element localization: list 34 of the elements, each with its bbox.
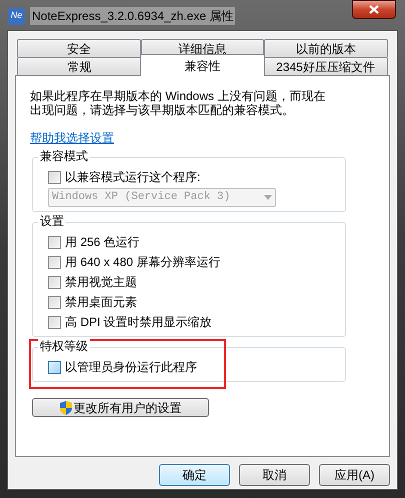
checkbox-label: 用 256 色运行 bbox=[65, 234, 140, 251]
shield-icon bbox=[60, 400, 72, 414]
checkbox[interactable] bbox=[48, 316, 61, 328]
description-text: 如果此程序在早期版本的 Windows 上没有问题，而现在出现问题，请选择与该早期版本匹配的兼容模式。 bbox=[30, 89, 326, 117]
checkbox-label: 以管理员身份运行此程序 bbox=[65, 359, 197, 376]
caret-icon bbox=[264, 195, 272, 200]
all-users-settings-button[interactable]: 更改所有用户的设置 bbox=[32, 398, 209, 417]
app-icon: Ne bbox=[8, 8, 25, 24]
close-button[interactable] bbox=[352, 0, 396, 19]
group-title: 特权等级 bbox=[38, 339, 90, 353]
checkbox[interactable] bbox=[48, 256, 61, 268]
tab[interactable]: 以前的版本 bbox=[264, 39, 388, 57]
tab[interactable]: 常规 bbox=[17, 57, 142, 75]
checkbox[interactable] bbox=[48, 296, 61, 308]
checkbox-label: 禁用视觉主题 bbox=[65, 274, 137, 291]
dialog-button[interactable]: 应用(A) bbox=[319, 464, 390, 486]
dialog-button[interactable]: 确定 bbox=[159, 464, 230, 486]
tab[interactable]: 兼容性 bbox=[140, 54, 265, 76]
checkbox-label: 以兼容模式运行这个程序: bbox=[65, 169, 200, 186]
tab[interactable]: 2345好压压缩文件 bbox=[263, 57, 388, 75]
checkbox-label: 高 DPI 设置时禁用显示缩放 bbox=[65, 314, 212, 331]
help-link[interactable]: 帮助我选择设置 bbox=[30, 129, 114, 147]
checkbox[interactable] bbox=[48, 170, 61, 184]
checkbox[interactable] bbox=[48, 236, 61, 248]
checkbox[interactable] bbox=[48, 276, 61, 288]
checkbox-label: 禁用桌面元素 bbox=[65, 294, 137, 311]
close-icon bbox=[369, 5, 379, 14]
dialog-button[interactable]: 取消 bbox=[239, 464, 310, 486]
group-title: 设置 bbox=[38, 214, 66, 228]
checkbox[interactable] bbox=[48, 360, 61, 374]
checkbox-label: 用 640 x 480 屏幕分辨率运行 bbox=[65, 254, 220, 271]
window-title: NoteExpress_3.2.0.6934_zh.exe 属性 bbox=[30, 7, 236, 25]
group-title: 兼容模式 bbox=[38, 149, 90, 163]
tab[interactable]: 安全 bbox=[17, 39, 141, 57]
